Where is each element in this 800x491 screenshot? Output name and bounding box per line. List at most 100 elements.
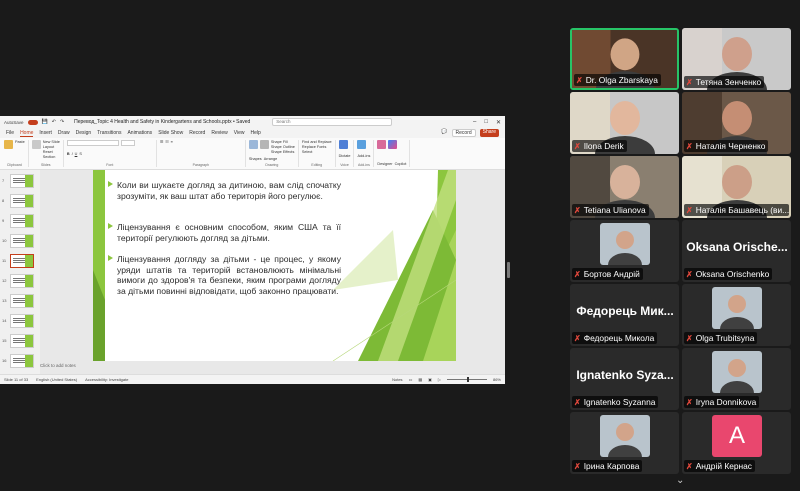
replace-fonts-button[interactable]: Replace Fonts <box>302 145 326 149</box>
tab-view[interactable]: View <box>234 130 245 136</box>
section-button[interactable]: Section <box>43 155 56 159</box>
slide-thumbnail[interactable] <box>10 274 34 288</box>
group-name: Slides <box>40 163 51 167</box>
slide-thumbnail[interactable] <box>10 294 34 308</box>
participant-tile[interactable]: ✗ Iryna Donnikova <box>682 348 791 410</box>
designer-button[interactable]: Designer <box>377 162 392 167</box>
notes-toggle[interactable]: Notes <box>392 377 402 382</box>
new-slide-button[interactable]: New Slide <box>43 140 60 144</box>
participant-name: Ilona Derik <box>583 141 624 151</box>
tab-review[interactable]: Review <box>211 130 227 136</box>
close-icon[interactable]: ✕ <box>496 119 501 126</box>
participant-name: Наталія Черненко <box>695 141 766 151</box>
bullets-icon[interactable]: ☰ <box>160 140 163 145</box>
participant-tile[interactable]: ✗ Ilona Derik <box>570 92 679 154</box>
slide-thumbnail[interactable] <box>10 234 34 248</box>
zoom-slider[interactable] <box>446 377 487 382</box>
zoom-level[interactable]: 86% <box>493 377 501 382</box>
arrange-icon[interactable] <box>259 140 269 149</box>
record-button[interactable]: Record <box>451 129 476 137</box>
participant-tile[interactable]: ✗ Ірина Карпова <box>570 412 679 474</box>
redo-icon[interactable]: ↷ <box>60 119 64 125</box>
search-input[interactable]: Search <box>272 118 393 126</box>
align-icon[interactable]: ≡ <box>171 140 173 145</box>
participant-tile[interactable]: ✗ Tetiana Ulianova <box>570 156 679 218</box>
tab-transitions[interactable]: Transitions <box>97 130 121 136</box>
bold-icon[interactable]: B <box>67 152 70 157</box>
slideshow-view-icon[interactable]: ▷ <box>438 377 441 382</box>
tab-file[interactable]: File <box>6 130 14 136</box>
participant-tile[interactable]: ✗ Наталія Башавець (ви... <box>682 156 791 218</box>
participant-name-label: ✗ Tetiana Ulianova <box>572 204 649 216</box>
participant-tile[interactable]: ✗ Тетяна Зенченко <box>682 28 791 90</box>
notes-pane[interactable]: Click to add notes <box>40 363 76 368</box>
shape-fill-button[interactable]: Shape Fill <box>271 140 288 144</box>
participant-tile[interactable]: Oksana Orische... ✗ Oksana Orischenko <box>682 220 791 282</box>
ribbon-group-font: BIUS Font <box>66 140 157 167</box>
slide-thumbnail[interactable] <box>10 254 34 268</box>
tab-design[interactable]: Design <box>76 130 92 136</box>
copilot-button[interactable]: Copilot <box>395 162 407 167</box>
shape-outline-button[interactable]: Shape Outline <box>271 145 295 149</box>
reset-button[interactable]: Reset <box>43 150 53 154</box>
shapes-icon[interactable] <box>248 140 258 149</box>
share-button[interactable]: Share <box>479 129 499 137</box>
slide-thumbnail[interactable] <box>10 174 34 188</box>
dictate-button[interactable]: Dictate <box>339 154 351 159</box>
reading-view-icon[interactable]: ▣ <box>428 377 432 382</box>
save-icon[interactable]: 💾 <box>42 119 48 125</box>
copilot-icon[interactable] <box>388 140 398 149</box>
minimize-icon[interactable]: – <box>473 119 476 126</box>
participant-tile[interactable]: A ✗ Андрій Кернас <box>682 412 791 474</box>
designer-icon[interactable] <box>377 140 387 149</box>
slide-thumbnail[interactable] <box>10 334 34 348</box>
participant-tile[interactable]: ✗ Olga Trubitsyna <box>682 284 791 346</box>
language-indicator[interactable]: English (United States) <box>36 377 77 382</box>
tab-record[interactable]: Record <box>189 130 205 136</box>
shape-effects-button[interactable]: Shape Effects <box>271 150 295 154</box>
font-name-select[interactable] <box>66 140 119 146</box>
slide-thumbnail[interactable] <box>10 194 34 208</box>
maximize-icon[interactable]: □ <box>484 119 488 126</box>
layout-button[interactable]: Layout <box>43 145 54 149</box>
chevron-down-icon[interactable]: ⌄ <box>676 475 684 486</box>
slide-thumbnail[interactable] <box>10 214 34 228</box>
italic-icon[interactable]: I <box>72 152 73 157</box>
participant-tile[interactable]: ✗ Бортов Андрій <box>570 220 679 282</box>
mic-muted-icon: ✗ <box>574 269 581 279</box>
slide-thumbnail[interactable] <box>10 354 34 368</box>
participant-tile[interactable]: ✗ Dr. Olga Zbarskaya <box>570 28 679 90</box>
numbering-icon[interactable]: ☷ <box>165 140 168 145</box>
split-handle[interactable] <box>507 262 510 278</box>
paste-icon[interactable] <box>4 140 13 149</box>
slide-thumbnail[interactable] <box>10 314 34 328</box>
tab-help[interactable]: Help <box>250 130 260 136</box>
addins-icon[interactable] <box>357 140 367 149</box>
tab-draw[interactable]: Draw <box>58 130 70 136</box>
addins-button[interactable]: Add-ins <box>357 154 370 159</box>
tab-slide-show[interactable]: Slide Show <box>158 130 183 136</box>
sorter-view-icon[interactable]: ▦ <box>418 377 422 382</box>
participant-tile[interactable]: ✗ Наталія Черненко <box>682 92 791 154</box>
accessibility-status[interactable]: Accessibility: Investigate <box>85 377 128 382</box>
font-size-select[interactable] <box>120 140 135 146</box>
find-replace-button[interactable]: Find and Replace <box>302 140 332 144</box>
comments-icon[interactable]: 💬 <box>441 129 447 137</box>
thumbnail-number: 9 <box>2 218 5 223</box>
tab-animations[interactable]: Animations <box>127 130 152 136</box>
current-slide[interactable]: Коли ви шукаєте догляд за дитиною, вам с… <box>93 170 456 361</box>
select-button[interactable]: Select <box>302 150 313 154</box>
autosave-toggle[interactable] <box>27 119 38 125</box>
participant-tile[interactable]: Ignatenko Syza... ✗ Ignatenko Syzanna <box>570 348 679 410</box>
strikethrough-icon[interactable]: S <box>79 152 82 157</box>
tab-home[interactable]: Home <box>20 130 34 137</box>
participant-tile[interactable]: Федорець Мик... ✗ Федорець Микола <box>570 284 679 346</box>
normal-view-icon[interactable]: ▭ <box>409 377 413 382</box>
microphone-icon[interactable] <box>338 140 348 149</box>
new-slide-icon[interactable] <box>31 140 41 149</box>
underline-icon[interactable]: U <box>75 152 78 157</box>
group-name: Add-ins <box>357 163 370 167</box>
tab-insert[interactable]: Insert <box>39 130 52 136</box>
undo-icon[interactable]: ↶ <box>52 119 56 125</box>
participant-name-label: ✗ Федорець Микола <box>572 332 658 344</box>
